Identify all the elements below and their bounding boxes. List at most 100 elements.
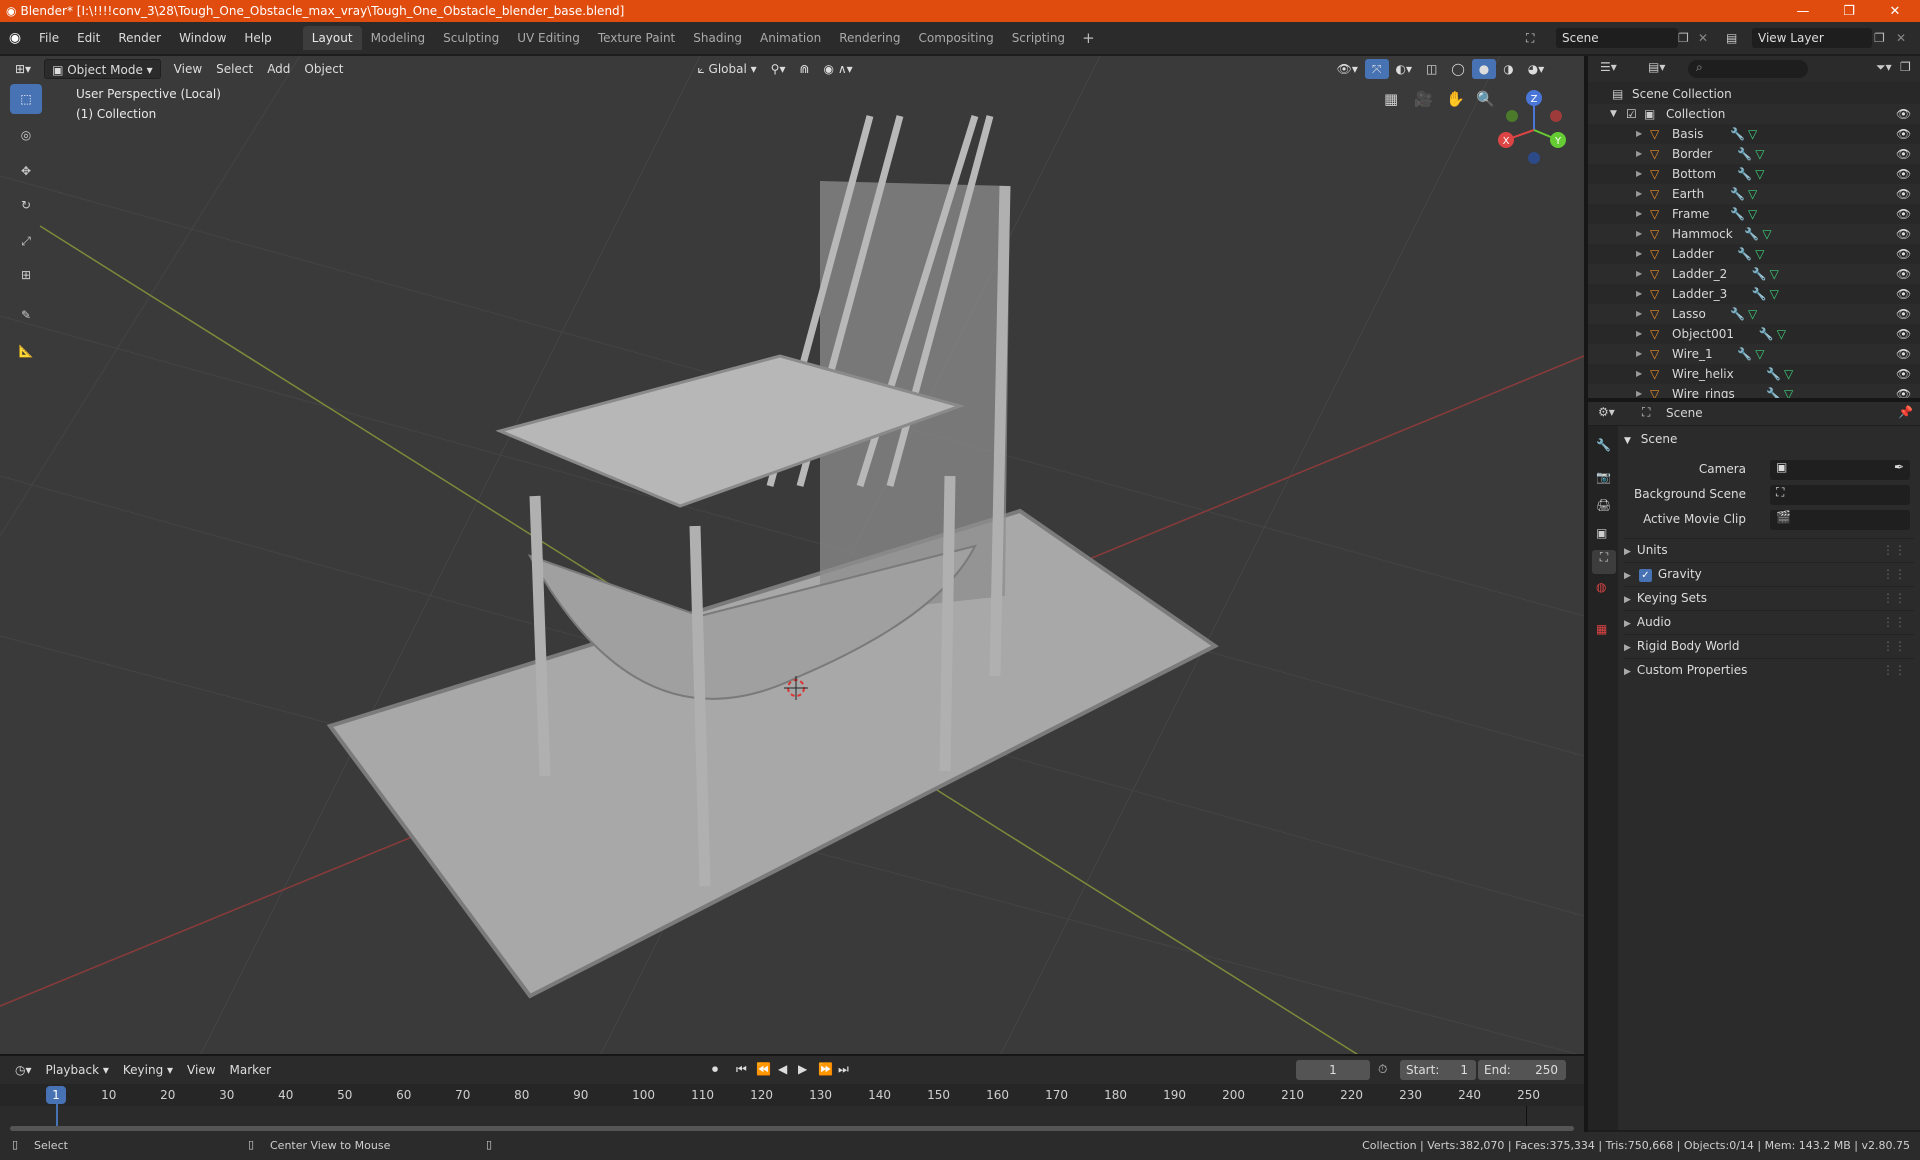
play-reverse-icon[interactable]: ◀ xyxy=(778,1062,787,1076)
timeline-scrollbar[interactable] xyxy=(10,1126,1574,1131)
camera-field[interactable]: ▣ ✒ xyxy=(1770,460,1910,480)
editor-type-icon[interactable]: ⊞▾ xyxy=(8,59,38,79)
scene-tab-icon[interactable]: ⛶ xyxy=(1592,550,1616,574)
tab-shading[interactable]: Shading xyxy=(684,26,751,50)
modifier-wrench-icon[interactable]: 🔧 xyxy=(1737,244,1752,264)
transform-tool-icon[interactable]: ⊞ xyxy=(10,260,42,290)
outliner-item-bottom[interactable]: ▶ ▽ Bottom 🔧 ▽ 👁 xyxy=(1588,164,1920,184)
modifier-wrench-icon[interactable]: 🔧 xyxy=(1737,164,1752,184)
background-scene-field[interactable]: ⛶ xyxy=(1770,485,1910,505)
maximize-icon[interactable]: ❐ xyxy=(1826,0,1872,22)
expand-icon[interactable]: ▶ xyxy=(1636,284,1642,304)
collapse-icon[interactable]: ▼ xyxy=(1610,104,1617,124)
expand-icon[interactable]: ▶ xyxy=(1636,364,1642,384)
visibility-eye-icon[interactable]: 👁 xyxy=(1896,164,1911,184)
panel-gravity[interactable]: ▶ ✓ Gravity ⋮⋮ xyxy=(1624,562,1914,584)
end-frame-field[interactable]: End: 250 xyxy=(1478,1060,1566,1080)
mesh-data-icon[interactable]: ▽ xyxy=(1755,244,1764,264)
drag-handle-icon[interactable]: ⋮⋮ xyxy=(1882,635,1906,657)
properties-editor-icon[interactable]: ⚙▾ xyxy=(1598,405,1615,419)
menu-timeline-view[interactable]: View xyxy=(180,1060,222,1080)
modifier-wrench-icon[interactable]: 🔧 xyxy=(1730,204,1745,224)
visibility-eye-icon[interactable]: 👁 xyxy=(1896,264,1911,284)
blender-menu-icon[interactable]: ◉ xyxy=(0,30,30,46)
overlay-toggle-icon[interactable]: ◐▾ xyxy=(1389,59,1420,79)
mesh-data-icon[interactable]: ▽ xyxy=(1748,304,1757,324)
collection-checkbox-icon[interactable]: ☑ xyxy=(1626,104,1637,124)
outliner-item-lasso[interactable]: ▶ ▽ Lasso 🔧 ▽ 👁 xyxy=(1588,304,1920,324)
drag-handle-icon[interactable]: ⋮⋮ xyxy=(1882,539,1906,561)
menu-add[interactable]: Add xyxy=(260,59,297,79)
modifier-wrench-icon[interactable]: 🔧 xyxy=(1744,224,1759,244)
visibility-eye-icon[interactable]: 👁 xyxy=(1896,244,1911,264)
filter-icon[interactable]: ⏷▾ xyxy=(1876,60,1892,75)
modifier-wrench-icon[interactable]: 🔧 xyxy=(1730,304,1745,324)
material-shading-icon[interactable]: ◑ xyxy=(1496,59,1520,79)
select-box-tool-icon[interactable]: ⬚ xyxy=(10,84,42,114)
modifier-wrench-icon[interactable]: 🔧 xyxy=(1730,124,1745,144)
modifier-wrench-icon[interactable]: 🔧 xyxy=(1730,184,1745,204)
modifier-wrench-icon[interactable]: 🔧 xyxy=(1752,264,1767,284)
scene-type-icon[interactable]: ⛶ xyxy=(1526,31,1534,46)
solid-shading-icon[interactable]: ● xyxy=(1471,59,1497,79)
panel-audio[interactable]: ▶ Audio ⋮⋮ xyxy=(1624,610,1914,632)
tab-scripting[interactable]: Scripting xyxy=(1003,26,1074,50)
camera-view-icon[interactable]: 🎥 xyxy=(1414,90,1433,108)
outliner-item-earth[interactable]: ▶ ▽ Earth 🔧 ▽ 👁 xyxy=(1588,184,1920,204)
panel-units[interactable]: ▶ Units ⋮⋮ xyxy=(1624,538,1914,560)
modifier-wrench-icon[interactable]: 🔧 xyxy=(1737,344,1752,364)
tab-animation[interactable]: Animation xyxy=(751,26,830,50)
tab-texture-paint[interactable]: Texture Paint xyxy=(589,26,684,50)
visibility-eye-icon[interactable]: 👁 xyxy=(1896,304,1911,324)
outliner-item-ladder-2[interactable]: ▶ ▽ Ladder_2 🔧 ▽ 👁 xyxy=(1588,264,1920,284)
mesh-data-icon[interactable]: ▽ xyxy=(1770,284,1779,304)
tab-layout[interactable]: Layout xyxy=(302,26,362,50)
visibility-eye-icon[interactable]: 👁 xyxy=(1896,144,1911,164)
annotate-tool-icon[interactable]: ✎ xyxy=(10,300,42,330)
play-icon[interactable]: ▶ xyxy=(798,1062,807,1076)
measure-tool-icon[interactable]: 📐 xyxy=(10,336,42,366)
mesh-data-icon[interactable]: ▽ xyxy=(1755,144,1764,164)
mesh-data-icon[interactable]: ▽ xyxy=(1762,224,1771,244)
rendered-shading-icon[interactable]: ◕▾ xyxy=(1521,59,1552,79)
pivot-icon[interactable]: ⚲▾ xyxy=(764,59,793,79)
pan-view-icon[interactable]: ✋ xyxy=(1446,90,1465,108)
zoom-view-icon[interactable]: 🔍 xyxy=(1476,90,1495,108)
scale-tool-icon[interactable]: ⤢ xyxy=(10,226,42,256)
close-icon[interactable]: ✕ xyxy=(1872,0,1918,22)
outliner-item-basis[interactable]: ▶ ▽ Basis 🔧 ▽ 👁 xyxy=(1588,124,1920,144)
delete-scene-icon[interactable]: ✕ xyxy=(1698,31,1708,45)
menu-playback[interactable]: Playback ▾ xyxy=(39,1060,116,1080)
outliner-item-object001[interactable]: ▶ ▽ Object001 🔧 ▽ 👁 xyxy=(1588,324,1920,344)
visibility-eye-icon[interactable]: 👁 xyxy=(1896,284,1911,304)
modifier-wrench-icon[interactable]: 🔧 xyxy=(1766,364,1781,384)
panel-keying-sets[interactable]: ▶ Keying Sets ⋮⋮ xyxy=(1624,586,1914,608)
cursor-tool-icon[interactable]: ◎ xyxy=(10,120,42,150)
tab-uv-editing[interactable]: UV Editing xyxy=(508,26,589,50)
expand-icon[interactable]: ▶ xyxy=(1636,184,1642,204)
area-divider[interactable] xyxy=(1588,398,1920,402)
view-layer-selector[interactable]: View Layer xyxy=(1752,28,1872,48)
new-collection-icon[interactable]: ❐ xyxy=(1900,60,1911,74)
panel-custom-properties[interactable]: ▶ Custom Properties ⋮⋮ xyxy=(1624,658,1914,680)
modifier-wrench-icon[interactable]: 🔧 xyxy=(1759,324,1774,344)
mesh-data-icon[interactable]: ▽ xyxy=(1748,204,1757,224)
menu-object[interactable]: Object xyxy=(297,59,350,79)
visibility-eye-icon[interactable]: 👁 xyxy=(1896,364,1911,384)
menu-edit[interactable]: Edit xyxy=(68,27,109,49)
toggle-grid-icon[interactable]: ▦ xyxy=(1384,90,1398,108)
menu-select[interactable]: Select xyxy=(209,59,260,79)
scene-collection-row[interactable]: ▤ Scene Collection xyxy=(1588,84,1920,104)
texture-tab-icon[interactable]: ▦ xyxy=(1596,622,1607,636)
add-workspace-icon[interactable]: + xyxy=(1074,29,1103,47)
expand-icon[interactable]: ▶ xyxy=(1636,324,1642,344)
scene-selector[interactable]: Scene xyxy=(1556,28,1678,48)
tool-tab-icon[interactable]: 🔧 xyxy=(1596,438,1611,452)
record-icon[interactable]: ⏺ xyxy=(712,1062,718,1077)
outliner-item-ladder-3[interactable]: ▶ ▽ Ladder_3 🔧 ▽ 👁 xyxy=(1588,284,1920,304)
visibility-eye-icon[interactable]: 👁 xyxy=(1896,124,1911,144)
rotate-tool-icon[interactable]: ↻ xyxy=(10,190,42,220)
mesh-data-icon[interactable]: ▽ xyxy=(1777,324,1786,344)
panel-rigid-body-world[interactable]: ▶ Rigid Body World ⋮⋮ xyxy=(1624,634,1914,656)
visibility-eye-icon[interactable]: 👁 xyxy=(1896,224,1911,244)
